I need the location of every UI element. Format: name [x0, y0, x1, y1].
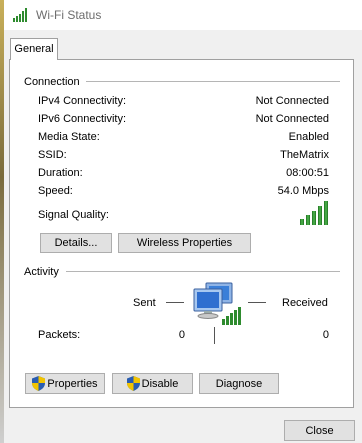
signal-quality-label: Signal Quality:	[38, 209, 109, 221]
activity-section-label: Activity	[24, 266, 63, 278]
media-state-value: Enabled	[288, 131, 329, 143]
signal-strength-icon	[300, 201, 328, 225]
diagnose-button-label: Diagnose	[215, 377, 263, 390]
connection-section-label: Connection	[24, 76, 84, 88]
title-bar[interactable]: Wi-Fi Status	[4, 0, 362, 30]
uac-shield-icon	[32, 376, 46, 391]
uac-shield-icon	[126, 376, 140, 391]
window-title: Wi-Fi Status	[36, 8, 102, 22]
activity-divider	[66, 271, 340, 272]
activity-divider-vertical	[214, 327, 215, 344]
connection-divider	[86, 81, 340, 82]
network-computers-icon	[193, 282, 241, 325]
received-line	[248, 302, 266, 303]
ipv4-label: IPv4 Connectivity:	[38, 95, 127, 107]
duration-value: 08:00:51	[286, 167, 329, 179]
properties-button-label: Properties	[47, 377, 98, 390]
speed-label: Speed:	[38, 185, 73, 197]
close-button-label: Close	[305, 424, 334, 437]
ssid-label: SSID:	[38, 149, 67, 161]
packets-received-value: 0	[322, 329, 329, 341]
wifi-signal-icon	[13, 8, 27, 22]
properties-button[interactable]: Properties	[25, 373, 105, 394]
speed-value: 54.0 Mbps	[277, 185, 329, 197]
details-button[interactable]: Details...	[40, 233, 112, 253]
duration-label: Duration:	[38, 167, 83, 179]
packets-label: Packets:	[38, 329, 81, 341]
ipv6-label: IPv6 Connectivity:	[38, 113, 127, 125]
desktop-background-strip	[0, 0, 4, 443]
disable-button[interactable]: Disable	[112, 373, 193, 394]
ipv6-value: Not Connected	[255, 113, 329, 125]
wireless-properties-button-label: Wireless Properties	[136, 237, 233, 249]
close-button[interactable]: Close	[284, 420, 355, 441]
ipv4-value: Not Connected	[255, 95, 329, 107]
sent-line	[166, 302, 184, 303]
media-state-label: Media State:	[38, 131, 100, 143]
disable-button-label: Disable	[141, 377, 179, 390]
tab-general[interactable]: General	[10, 38, 58, 60]
packets-sent-value: 0	[178, 329, 185, 341]
details-button-label: Details...	[54, 237, 98, 249]
ssid-value: TheMatrix	[280, 149, 329, 161]
wireless-properties-button[interactable]: Wireless Properties	[118, 233, 251, 253]
diagnose-button[interactable]: Diagnose	[199, 373, 279, 394]
received-label: Received	[282, 297, 328, 309]
sent-label: Sent	[133, 297, 156, 309]
